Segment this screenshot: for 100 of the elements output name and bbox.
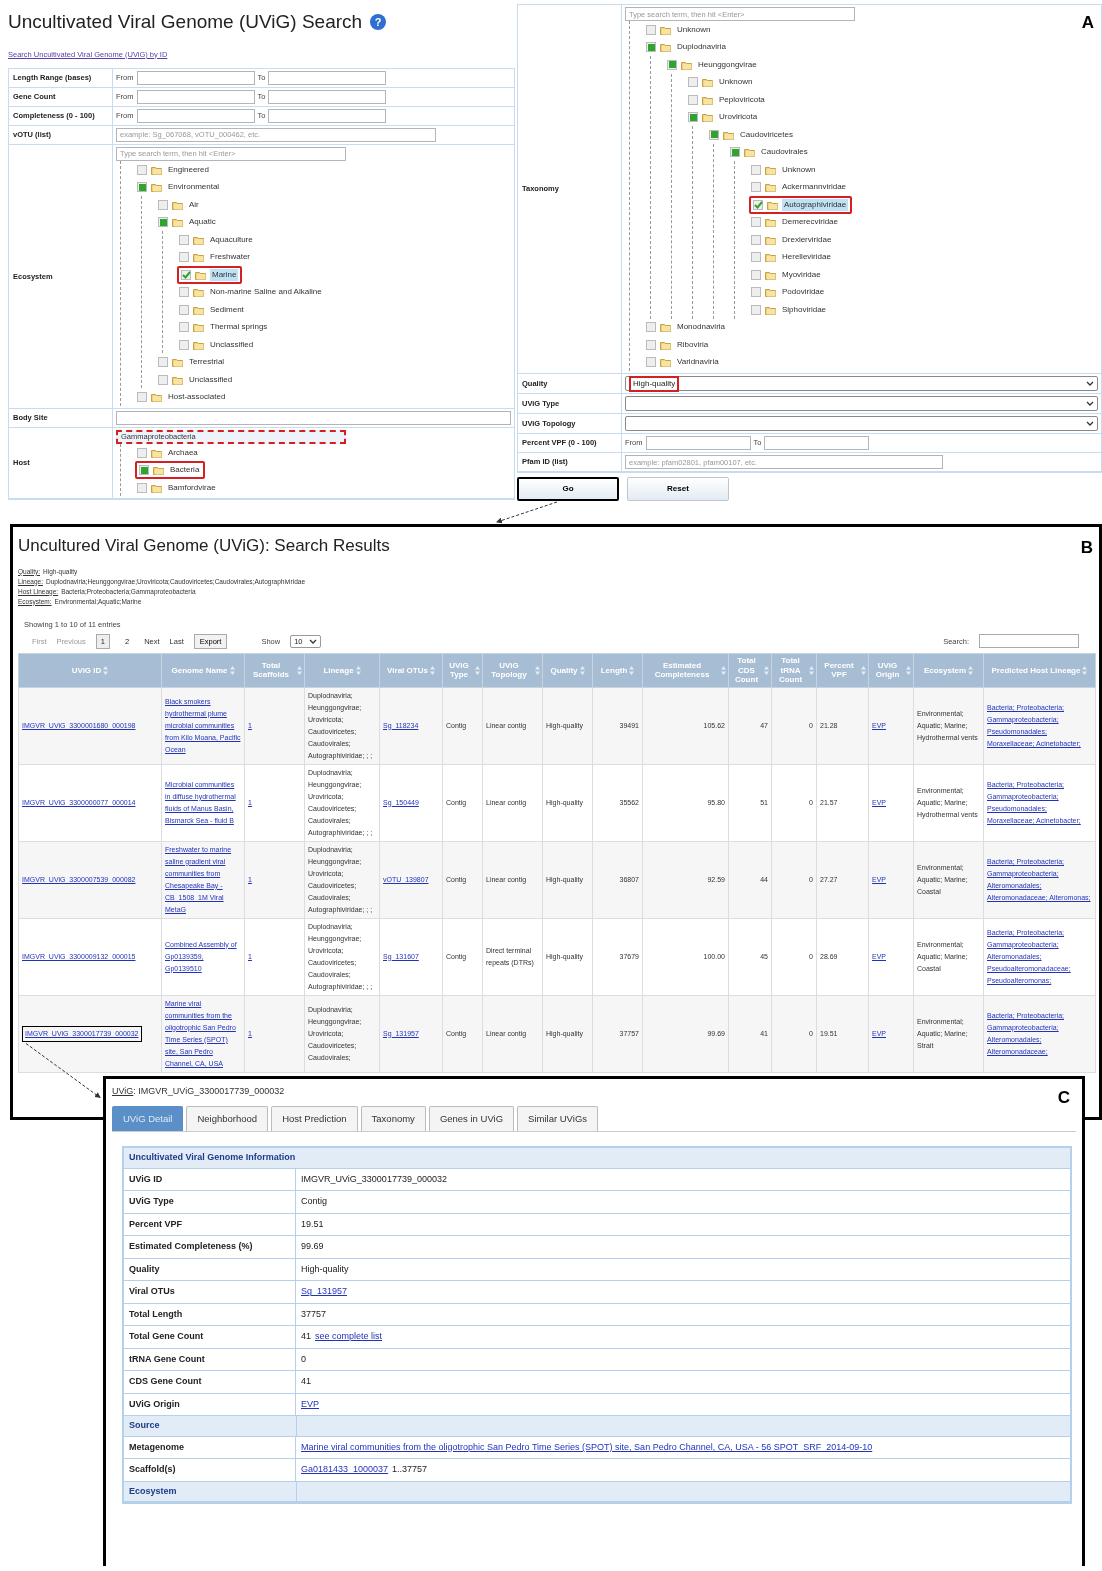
checkbox[interactable] (730, 147, 740, 158)
tree-item[interactable]: Autographiviridae (782, 198, 849, 211)
dropdown[interactable] (625, 416, 1098, 431)
tree-item[interactable]: Podoviridae (780, 286, 827, 299)
tree-item[interactable]: Engineered (166, 163, 211, 176)
tree-item[interactable]: Terrestrial (187, 356, 227, 368)
tree-item[interactable]: Myoviridae (780, 268, 823, 281)
checkbox[interactable] (137, 182, 147, 192)
checkbox[interactable] (158, 199, 168, 210)
checkbox[interactable] (137, 447, 147, 458)
tree-item[interactable]: Archaea (166, 446, 200, 459)
tree-item[interactable]: Demerecviridae (780, 216, 841, 229)
checkbox[interactable] (646, 339, 656, 350)
tree-item[interactable]: Ackermannviridae (780, 181, 849, 194)
tree-item[interactable]: Riboviria (675, 338, 711, 351)
search-field[interactable] (979, 634, 1079, 649)
checkbox[interactable] (179, 304, 189, 315)
tree-item[interactable]: Sediment (208, 303, 246, 316)
checkbox[interactable] (181, 269, 191, 280)
checkbox[interactable] (646, 322, 656, 333)
checkbox[interactable] (688, 112, 698, 123)
tab[interactable]: Neighborhood (186, 1106, 269, 1132)
tree-item[interactable]: Drexlerviridae (780, 233, 834, 246)
tree-item[interactable]: Peploviricota (717, 93, 767, 106)
field-link[interactable]: Ga0181433_1000037 (301, 1463, 389, 1477)
to-field[interactable] (268, 89, 387, 104)
checkbox[interactable] (158, 357, 168, 367)
checkbox[interactable] (137, 482, 147, 493)
tree-item[interactable]: Air (187, 198, 201, 211)
tree-item[interactable]: Bacteria (168, 464, 202, 476)
checkbox[interactable] (751, 164, 761, 175)
form-button[interactable]: Reset (627, 477, 729, 501)
field-link[interactable]: Sg_131957 (301, 1285, 348, 1299)
tree-item[interactable]: Aquaculture (208, 233, 255, 246)
tree-item[interactable]: Unknown (675, 23, 713, 36)
form-button[interactable]: Go (517, 477, 619, 501)
checkbox[interactable] (751, 252, 761, 263)
field-link[interactable]: EVP (301, 1397, 319, 1412)
checkbox[interactable] (751, 182, 761, 193)
tree-item[interactable]: Monodnaviria (675, 321, 728, 334)
to-field[interactable] (268, 70, 387, 85)
checkbox[interactable] (139, 465, 149, 475)
checkbox[interactable] (179, 234, 189, 245)
checkbox[interactable] (646, 357, 656, 368)
tree-item[interactable]: Siphoviridae (780, 303, 829, 316)
checkbox[interactable] (137, 392, 147, 402)
tree-item[interactable]: Duplodnaviria (675, 41, 728, 54)
dropdown[interactable] (625, 396, 1098, 411)
tree-item[interactable]: Unknown (780, 163, 818, 176)
tree-item[interactable]: Caudovirales (759, 146, 810, 159)
checkbox[interactable] (709, 129, 719, 140)
checkbox[interactable] (753, 199, 763, 210)
from-field[interactable] (136, 108, 255, 123)
tree-item[interactable]: Bamfordvirae (166, 481, 218, 494)
tree-item[interactable]: Uroviricota (717, 111, 760, 124)
to-field[interactable] (764, 436, 870, 450)
field-link[interactable]: see complete list (315, 1330, 383, 1344)
tab[interactable]: Host Prediction (271, 1106, 358, 1132)
tab[interactable]: Genes in UViG (428, 1106, 515, 1132)
checkbox[interactable] (751, 287, 761, 298)
tree-item[interactable]: Marine (210, 268, 239, 281)
checkbox[interactable] (688, 94, 698, 105)
tree-item[interactable]: Heunggongvirae (696, 58, 759, 71)
checkbox[interactable] (751, 234, 761, 245)
to-field[interactable] (268, 108, 387, 123)
tree-item[interactable]: Environmental (166, 181, 222, 193)
checkbox[interactable] (179, 252, 189, 262)
checkbox[interactable] (646, 42, 656, 53)
dropdown[interactable]: High-quality (625, 376, 1098, 391)
tab[interactable]: Similar UViGs (517, 1106, 599, 1132)
tree-item[interactable]: Herelleviridae (780, 251, 833, 264)
checkbox[interactable] (751, 217, 761, 228)
checkbox[interactable] (751, 304, 761, 315)
tree-item[interactable]: Caudoviricetes (738, 128, 795, 141)
field-link[interactable]: Marine viral communities from the oligotrophic San Pedro Time Series (SPOT) site, San Pedro Channel, CA, USA - 56 SPOT_SRF_2014-09-10 (301, 1440, 873, 1455)
tree-item[interactable]: Aquatic (187, 216, 218, 228)
from-field[interactable] (136, 89, 255, 104)
tree-item[interactable]: Freshwater (208, 251, 252, 263)
tab[interactable]: Taxonomy (360, 1106, 426, 1132)
checkbox[interactable] (751, 269, 761, 280)
checkbox[interactable] (158, 374, 168, 385)
tree-item[interactable]: Unclassified (187, 373, 235, 386)
checkbox[interactable] (158, 217, 168, 227)
checkbox[interactable] (179, 339, 189, 350)
checkbox[interactable] (137, 164, 147, 175)
from-field[interactable] (645, 436, 751, 450)
tree-item[interactable]: Non-marine Saline and Alkaline (208, 286, 324, 298)
text-field[interactable] (116, 410, 511, 425)
checkbox[interactable] (688, 77, 698, 88)
checkbox[interactable] (179, 322, 189, 332)
checkbox[interactable] (646, 24, 656, 35)
checkbox[interactable] (667, 59, 677, 70)
tree-item[interactable]: Unclassified (208, 338, 256, 351)
checkbox[interactable] (179, 287, 189, 297)
from-field[interactable] (136, 70, 255, 85)
tree-item[interactable]: Unknown (717, 76, 755, 89)
tree-item[interactable]: Varidnaviria (675, 356, 721, 369)
tree-item[interactable]: Host-associated (166, 391, 228, 403)
help-button[interactable]: ? (370, 14, 387, 31)
tree-item[interactable]: Thermal springs (208, 321, 270, 333)
